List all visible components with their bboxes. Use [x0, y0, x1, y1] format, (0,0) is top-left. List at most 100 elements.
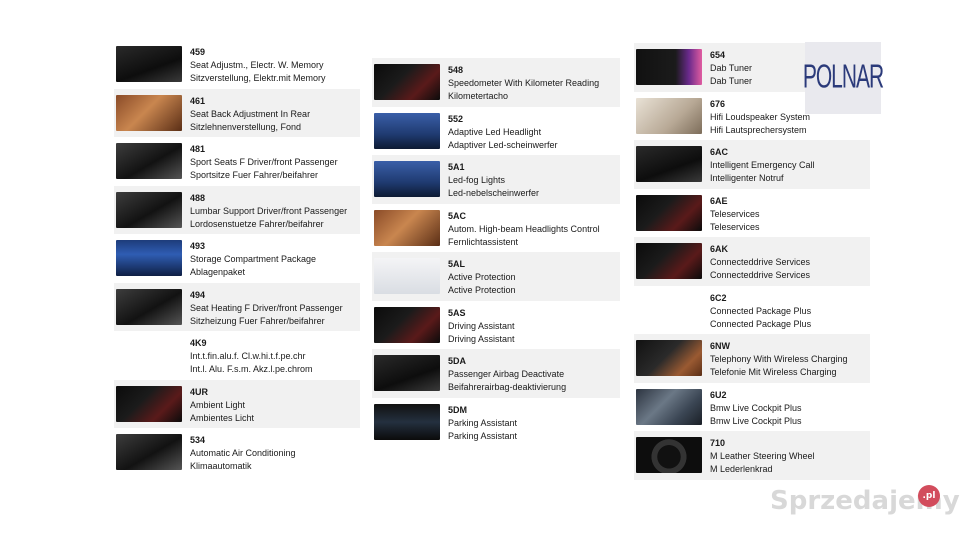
- option-code: 5DM: [448, 404, 468, 415]
- option-row: 548 Speedometer With Kilometer Reading Kil…: [372, 58, 620, 107]
- airbag-switch-photo: [374, 355, 440, 391]
- option-code: 5DA: [448, 356, 467, 366]
- option-name-de: Kilometertacho: [448, 91, 509, 101]
- option-name-de: Parking Assistant: [448, 430, 518, 441]
- option-row: 488 Lumbar Support Driver/front Passenger…: [114, 185, 360, 234]
- connecteddrive-photo: [636, 243, 702, 279]
- option-name-en: Seat Back Adjustment In Rear: [190, 108, 311, 119]
- option-name-en: Automatic Air Conditioning: [190, 448, 296, 458]
- option-code: 6AE: [710, 195, 728, 206]
- option-code: 6AC: [710, 147, 729, 157]
- option-name-en: Seat Adjustm., Electr. W. Memory: [190, 60, 324, 70]
- option-row: 552 Adaptive Led Headlight Adaptiver Led-s…: [372, 107, 620, 156]
- parking-camera-photo: [374, 403, 440, 440]
- option-name-en: Speedometer With Kilometer Reading: [448, 78, 600, 88]
- option-name-en: Sport Seats F Driver/front Passenger: [190, 157, 338, 167]
- options-column-1: 459 Seat Adjustm., Electr. W. Memory Sitzv…: [114, 40, 360, 477]
- option-name-de: Adaptiver Led-scheinwerfer: [448, 139, 558, 150]
- option-code: 552: [448, 113, 464, 124]
- option-name-en: Telephony With Wireless Charging: [710, 354, 848, 364]
- option-name-de: Led-nebelscheinwerfer: [448, 188, 540, 198]
- option-code: 6NW: [710, 341, 730, 351]
- option-row: 5A1 Led-fog Lights Led-nebelscheinwerfer: [372, 155, 620, 204]
- option-code: 6C2: [710, 292, 727, 303]
- option-row: 710 M Leather Steering Wheel M Lederlenkra…: [634, 431, 870, 480]
- polnar-logo: POLNAR: [803, 42, 884, 114]
- option-code: 5AL: [448, 259, 466, 269]
- driving-assistant-photo: [374, 306, 440, 343]
- option-code: 481: [190, 144, 206, 154]
- option-row: 481 Sport Seats F Driver/front Passenger S…: [114, 137, 360, 186]
- option-name-en: Intelligent Emergency Call: [710, 160, 815, 170]
- option-name-en: M Leather Steering Wheel: [710, 451, 815, 461]
- option-name-de: Sitzlehnenverstellung, Fond: [190, 121, 302, 132]
- option-name-de: Driving Assistant: [448, 333, 515, 344]
- option-row: 4K9 Int.t.fin.alu.f. Cl.w.hi.t.f.pe.chr In…: [114, 331, 360, 380]
- option-code: 5AS: [448, 307, 466, 318]
- option-name-de: Dab Tuner: [710, 76, 753, 86]
- option-code: 493: [190, 241, 206, 251]
- option-name-de: M Lederlenkrad: [710, 464, 773, 474]
- sport-seats-photo: [116, 143, 182, 179]
- option-name-de: Connecteddrive Services: [710, 270, 811, 280]
- option-row: 5AL Active Protection Active Protection: [372, 252, 620, 301]
- dab-screen-photo: [636, 49, 702, 85]
- option-row: 6C2 Connected Package Plus Connected Packa…: [634, 286, 870, 335]
- option-name-en: Lumbar Support Driver/front Passenger: [190, 205, 348, 216]
- option-name-de: Connected Package Plus: [710, 318, 812, 329]
- option-name-de: Sitzverstellung, Elektr.mit Memory: [190, 73, 326, 83]
- option-name-en: Active Protection: [448, 272, 516, 282]
- option-code: 6AK: [710, 244, 729, 254]
- option-name-en: Seat Heating F Driver/front Passenger: [190, 302, 343, 313]
- option-code: 494: [190, 289, 206, 300]
- option-row: 6U2 Bmw Live Cockpit Plus Bmw Live Cockpit…: [634, 383, 870, 432]
- option-name-en: Parking Assistant: [448, 417, 518, 428]
- option-name-de: Sportsitze Fuer Fahrer/beifahrer: [190, 170, 319, 180]
- air-conditioning-photo: [116, 434, 182, 470]
- rear-seats-photo: [116, 94, 182, 131]
- option-code: 5A1: [448, 162, 465, 172]
- option-code: 459: [190, 47, 206, 57]
- option-name-de: Intelligenter Notruf: [710, 173, 784, 183]
- options-column-2: 548 Speedometer With Kilometer Reading Kil…: [372, 58, 620, 446]
- speaker-photo: [636, 97, 702, 134]
- option-code: 4UR: [190, 386, 209, 397]
- active-protection-photo: [374, 258, 440, 294]
- option-code: 6U2: [710, 389, 727, 400]
- option-code: 548: [448, 65, 464, 75]
- option-name-en: Connected Package Plus: [710, 305, 812, 316]
- option-row: 5DM Parking Assistant Parking Assistant: [372, 398, 620, 447]
- option-row: 461 Seat Back Adjustment In Rear Sitzlehne…: [114, 88, 360, 137]
- option-name-en: Autom. High-beam Headlights Control: [448, 223, 600, 234]
- option-name-en: Teleservices: [710, 208, 760, 219]
- fog-light-photo: [374, 161, 440, 197]
- option-row: 4UR Ambient Light Ambientes Licht: [114, 379, 360, 428]
- option-code: 654: [710, 50, 726, 60]
- option-name-en: Adaptive Led Headlight: [448, 126, 542, 137]
- option-name-de: Active Protection: [448, 285, 516, 295]
- option-name-en: Dab Tuner: [710, 63, 753, 73]
- option-name-de: Int.l. Alu. F.s.m. Akz.l.pe.chrom: [190, 364, 313, 374]
- option-code: 488: [190, 192, 206, 203]
- speedometer-photo: [374, 64, 440, 100]
- headlight-photo: [374, 112, 440, 149]
- option-row: 494 Seat Heating F Driver/front Passenger…: [114, 282, 360, 331]
- option-row: 5AS Driving Assistant Driving Assistant: [372, 301, 620, 350]
- option-row: 5DA Passenger Airbag Deactivate Beifahrera…: [372, 349, 620, 398]
- option-code: 534: [190, 435, 206, 445]
- option-name-en: Bmw Live Cockpit Plus: [710, 402, 802, 413]
- option-name-en: Hifi Loudspeaker System: [710, 111, 811, 122]
- option-name-en: Driving Assistant: [448, 320, 515, 331]
- option-name-en: Led-fog Lights: [448, 175, 506, 185]
- option-name-de: Sitzheizung Fuer Fahrer/beifahrer: [190, 315, 325, 326]
- option-name-en: Ambient Light: [190, 399, 246, 410]
- door-panel-photo: [116, 46, 182, 82]
- option-name-de: Ablagenpaket: [190, 267, 246, 277]
- option-name-de: Telefonie Mit Wireless Charging: [710, 367, 837, 377]
- no-photo: [636, 292, 702, 328]
- option-name-de: Fernlichtassistent: [448, 236, 519, 247]
- option-name-en: Int.t.fin.alu.f. Cl.w.hi.t.f.pe.chr: [190, 351, 306, 361]
- option-name-de: Teleservices: [710, 221, 760, 232]
- teleservices-photo: [636, 194, 702, 231]
- option-name-de: Beifahrerairbag-deaktivierung: [448, 382, 567, 392]
